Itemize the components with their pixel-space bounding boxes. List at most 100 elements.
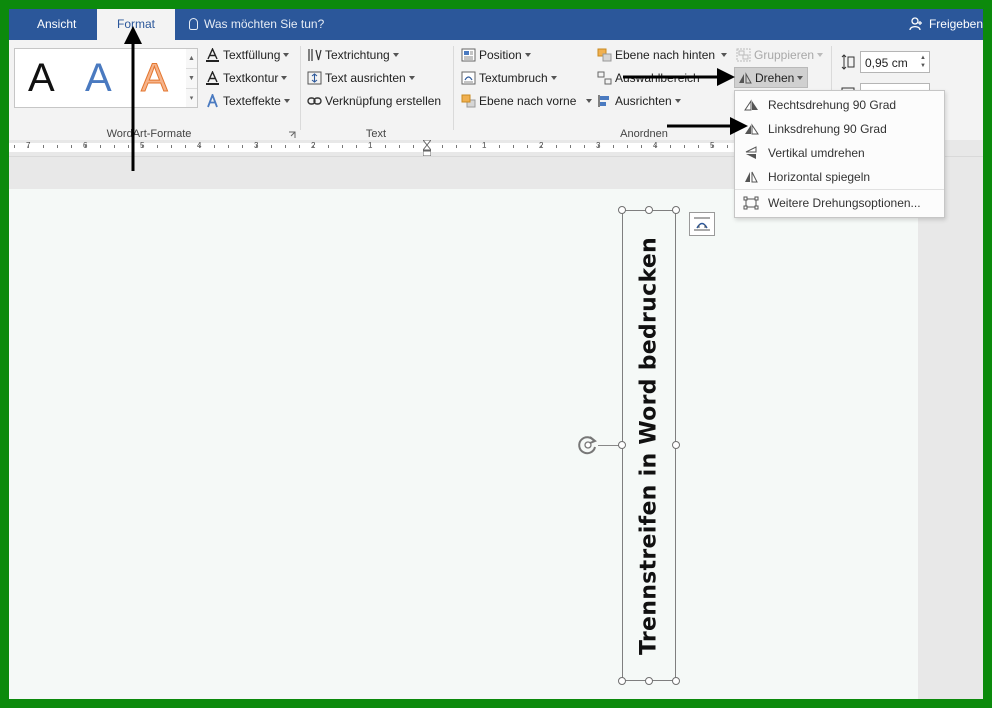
resize-handle[interactable]: [645, 677, 653, 685]
selection-pane-button[interactable]: Auswahlbereich: [597, 68, 700, 88]
group-objects-icon: [736, 48, 751, 62]
scroll-up-icon[interactable]: ▲: [186, 49, 197, 69]
ribbon-tab-bar: Ansicht Format Was möchten Sie tun? Frei…: [9, 9, 983, 41]
send-backward-icon: [597, 48, 612, 62]
spin-arrows-icon[interactable]: ▲ ▼: [919, 54, 927, 70]
rotation-connector: [598, 445, 619, 446]
tab-ansicht[interactable]: Ansicht: [37, 9, 76, 40]
wrap-text-button[interactable]: Textumbruch: [461, 68, 557, 88]
ruler-tick: [627, 145, 628, 148]
menu-flip-vertical[interactable]: Vertikal umdrehen: [735, 141, 944, 165]
ruler-tick: [456, 145, 457, 148]
shape-height-icon: [841, 54, 855, 70]
document-margin-area: [918, 157, 983, 699]
rotate-left-icon: [745, 123, 759, 135]
position-button[interactable]: Position: [461, 45, 531, 65]
text-effects-icon: [207, 94, 218, 108]
chevron-down-icon: [797, 76, 804, 80]
shape-height-input[interactable]: 0,95 cm ▲ ▼: [860, 51, 930, 73]
ruler-tick: [71, 145, 72, 148]
text-outline-button[interactable]: Textkontur: [205, 68, 288, 88]
chevron-down-icon: [674, 99, 681, 103]
share-button[interactable]: Freigeben: [909, 9, 983, 40]
layout-options-button[interactable]: [689, 212, 715, 236]
wordart-style-black[interactable]: A: [28, 53, 55, 103]
menu-flip-horizontal[interactable]: Horizontal spiegeln: [735, 165, 944, 189]
chevron-down-icon: [586, 99, 593, 103]
wrap-text-label: Textumbruch: [479, 71, 548, 85]
menu-more-rotation-label: Weitere Drehungsoptionen...: [768, 196, 921, 210]
chevron-down-icon: [721, 53, 728, 57]
ruler-tick: [285, 145, 286, 148]
create-link-button[interactable]: Verknüpfung erstellen: [307, 91, 441, 111]
text-effects-button[interactable]: Texteffekte: [205, 91, 290, 111]
text-outline-icon: [206, 71, 219, 85]
ruler-tick: [271, 145, 272, 148]
text-fill-button[interactable]: Textfüllung: [205, 45, 290, 65]
chevron-down-icon: [283, 53, 290, 57]
text-outline-label: Textkontur: [223, 71, 279, 85]
rotation-handle-icon[interactable]: [576, 433, 600, 457]
ruler-tick: [541, 145, 542, 148]
ruler-tick: [698, 145, 699, 148]
bring-forward-button[interactable]: Ebene nach vorne: [461, 91, 593, 111]
wrap-text-icon: [461, 71, 476, 85]
menu-rotate-left-label: Linksdrehung 90 Grad: [768, 122, 887, 136]
flip-vertical-icon: [745, 146, 757, 159]
align-text-icon: [307, 71, 322, 85]
ruler-tick: [499, 145, 500, 148]
bring-forward-icon: [461, 94, 476, 108]
indent-marker-icon[interactable]: [423, 140, 431, 156]
gallery-more-icon[interactable]: ▾: [186, 89, 197, 108]
resize-handle[interactable]: [645, 206, 653, 214]
ruler-tick: [28, 145, 29, 148]
textbox-text[interactable]: Trennstreifen in Word bedrucken: [637, 237, 662, 655]
text-direction-button[interactable]: Textrichtung: [307, 45, 399, 65]
ruler-tick: [256, 145, 257, 148]
resize-handle[interactable]: [672, 677, 680, 685]
text-effects-label: Texteffekte: [223, 94, 281, 108]
resize-handle[interactable]: [672, 441, 680, 449]
resize-handle[interactable]: [618, 677, 626, 685]
gallery-scroll[interactable]: ▲ ▼ ▾: [186, 48, 198, 108]
chevron-down-icon: [817, 53, 824, 57]
chevron-down-icon: [524, 53, 531, 57]
ruler-tick: [328, 145, 329, 148]
ruler-tick: [43, 145, 44, 148]
send-backward-button[interactable]: Ebene nach hinten: [597, 45, 728, 65]
wordart-style-orange[interactable]: A: [141, 53, 169, 103]
flip-horizontal-icon: [745, 171, 758, 183]
document-page[interactable]: [9, 189, 918, 699]
chevron-down-icon: [281, 76, 288, 80]
menu-flip-horizontal-label: Horizontal spiegeln: [768, 170, 871, 184]
resize-handle[interactable]: [672, 206, 680, 214]
group-label: Gruppieren: [754, 48, 815, 62]
wordart-style-blue[interactable]: A: [85, 53, 112, 103]
wordart-gallery[interactable]: A A A: [14, 48, 188, 108]
ruler-tick: [370, 145, 371, 148]
tell-me-box[interactable]: Was möchten Sie tun?: [189, 9, 324, 40]
align-text-button[interactable]: Text ausrichten: [307, 68, 415, 88]
ruler-tick: [655, 145, 656, 148]
menu-rotate-left[interactable]: Linksdrehung 90 Grad: [735, 117, 944, 141]
layout-options-icon: [694, 217, 710, 231]
resize-handle[interactable]: [618, 206, 626, 214]
resize-handle[interactable]: [618, 441, 626, 449]
menu-more-rotation[interactable]: Weitere Drehungsoptionen...: [735, 191, 944, 215]
dialog-launcher-icon[interactable]: [288, 131, 296, 139]
more-rotation-icon: [743, 196, 759, 210]
ruler-tick: [199, 145, 200, 148]
ruler-tick: [527, 145, 528, 148]
ruler-tick: [157, 145, 158, 148]
menu-rotate-right-label: Rechtsdrehung 90 Grad: [768, 98, 897, 112]
rotate-button[interactable]: Drehen: [734, 67, 809, 88]
ruler-tick: [712, 145, 713, 148]
link-icon: [307, 97, 322, 105]
scroll-down-icon[interactable]: ▼: [186, 69, 197, 89]
align-button[interactable]: Ausrichten: [597, 91, 681, 111]
tab-format[interactable]: Format: [97, 9, 175, 41]
menu-rotate-right[interactable]: Rechtsdrehung 90 Grad: [735, 93, 944, 117]
group-button[interactable]: Gruppieren: [736, 45, 824, 65]
chevron-down-icon: [550, 76, 557, 80]
ruler-tick: [242, 145, 243, 148]
